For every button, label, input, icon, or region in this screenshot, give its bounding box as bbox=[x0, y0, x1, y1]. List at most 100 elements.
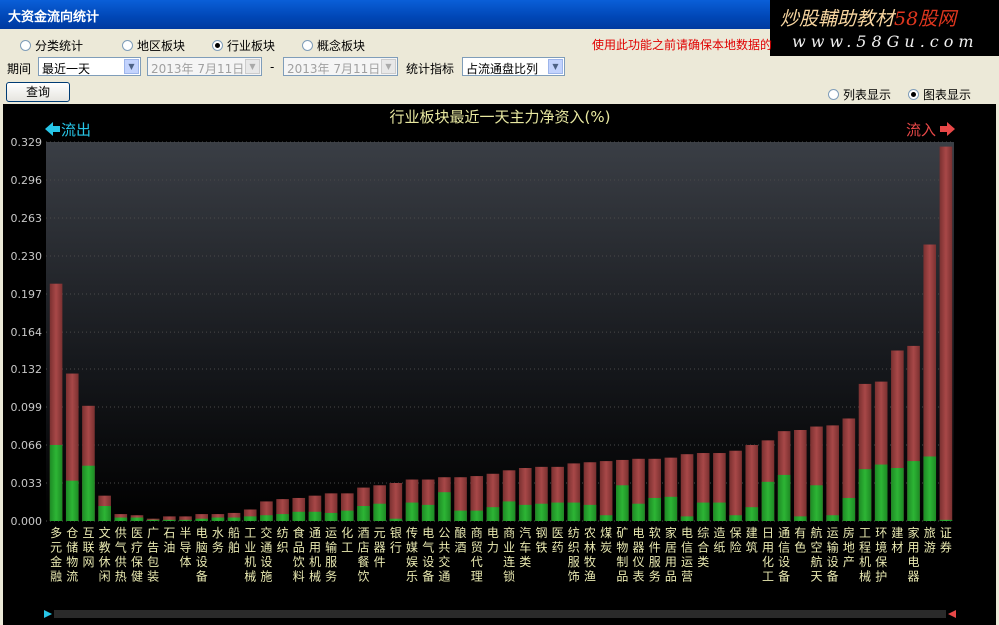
bar-main bbox=[243, 516, 257, 521]
y-tick-label: 0.230 bbox=[11, 250, 43, 263]
radio-concept-sector[interactable]: 概念板块 bbox=[302, 37, 365, 54]
x-tick-label: 软件服务 bbox=[649, 526, 661, 584]
x-tick-label: 通信设备 bbox=[778, 526, 790, 584]
bar-main bbox=[680, 516, 694, 521]
radio-category-classify[interactable]: 分类统计 bbox=[20, 37, 83, 54]
bar-main bbox=[891, 468, 904, 521]
bar-main bbox=[276, 514, 289, 521]
x-tick-label: 酒店餐饮 bbox=[357, 526, 369, 584]
chevron-down-icon[interactable]: ▼ bbox=[124, 59, 139, 74]
flow-out-label: 流出 bbox=[61, 121, 91, 139]
y-tick-label: 0.132 bbox=[11, 363, 43, 376]
y-tick-label: 0.329 bbox=[11, 136, 43, 149]
y-tick-label: 0.066 bbox=[11, 439, 43, 452]
chevron-down-icon[interactable]: ▼ bbox=[245, 59, 260, 74]
bar-main bbox=[567, 502, 581, 521]
bar-main bbox=[616, 485, 629, 521]
bar-main bbox=[810, 485, 823, 521]
radio-list-view[interactable]: 列表显示 bbox=[828, 86, 891, 103]
bar-main bbox=[939, 519, 953, 521]
radio-button[interactable] bbox=[122, 40, 133, 51]
bar-main bbox=[583, 504, 597, 521]
bar-main bbox=[373, 503, 386, 521]
x-tick-label: 商业连锁 bbox=[503, 525, 515, 584]
radio-button[interactable] bbox=[828, 89, 839, 100]
y-tick-label: 0.296 bbox=[11, 174, 43, 187]
bar-main bbox=[923, 456, 937, 521]
x-tick-label: 保险 bbox=[730, 526, 742, 555]
x-tick-label: 银行 bbox=[390, 526, 402, 555]
x-tick-label: 半导体 bbox=[180, 526, 192, 569]
flow-in-label: 流入 bbox=[906, 121, 936, 139]
radio-region-sector[interactable]: 地区板块 bbox=[122, 37, 185, 54]
x-tick-label: 供气供热 bbox=[115, 526, 127, 584]
x-tick-label: 电脑设备 bbox=[196, 526, 208, 584]
period-label: 期间 bbox=[7, 62, 32, 76]
date-separator: - bbox=[270, 60, 275, 74]
x-tick-label: 综合类 bbox=[697, 526, 709, 569]
bar-main bbox=[713, 502, 726, 521]
period-select[interactable]: 最近一天 ▼ bbox=[38, 57, 141, 76]
y-tick-label: 0.263 bbox=[11, 212, 43, 225]
indicator-select[interactable]: 占流通盘比列 ▼ bbox=[462, 57, 565, 76]
warning-text: 使用此功能之前请确保本地数据的 bbox=[592, 38, 773, 52]
date-from-picker[interactable]: 2013年 7月11日 ▼ bbox=[147, 57, 262, 76]
bar-main bbox=[858, 469, 872, 521]
window-title: 大资金流向统计 bbox=[8, 10, 100, 25]
radio-button[interactable] bbox=[212, 40, 223, 51]
bar-main bbox=[438, 492, 451, 521]
bar-main bbox=[130, 517, 144, 521]
bar-main bbox=[308, 511, 322, 521]
x-tick-label: 汽车类 bbox=[519, 525, 531, 569]
brand-line2: www.58Gu.com bbox=[792, 32, 979, 51]
bar-main bbox=[405, 502, 419, 521]
x-tick-label: 环境保护 bbox=[875, 526, 887, 584]
x-tick-label: 文教休闲 bbox=[99, 525, 111, 584]
radio-chart-view[interactable]: 图表显示 bbox=[908, 86, 971, 103]
chevron-down-icon[interactable]: ▼ bbox=[381, 59, 396, 74]
bar-main bbox=[211, 517, 225, 521]
x-tick-label: 多元金融 bbox=[50, 526, 62, 584]
x-tick-label: 建筑 bbox=[746, 526, 758, 555]
x-tick-label: 运输服务 bbox=[325, 526, 337, 584]
x-tick-label: 房地产 bbox=[843, 525, 855, 569]
x-tick-label: 矿物制品 bbox=[616, 526, 628, 584]
x-tick-label: 广告包装 bbox=[147, 526, 159, 584]
radio-button[interactable] bbox=[302, 40, 313, 51]
bar-main bbox=[777, 474, 791, 521]
bar-total bbox=[826, 425, 839, 521]
arrow-left-icon bbox=[45, 122, 60, 136]
radio-industry-sector[interactable]: 行业板块 bbox=[212, 37, 275, 54]
x-tick-label: 商贸代理 bbox=[471, 525, 483, 584]
bar-main bbox=[745, 507, 759, 521]
x-tick-label: 煤炭 bbox=[600, 526, 612, 555]
bar-main bbox=[357, 506, 370, 521]
bar-total bbox=[793, 429, 807, 521]
bar-main bbox=[793, 516, 807, 521]
bar-main bbox=[227, 517, 241, 521]
radio-button[interactable] bbox=[908, 89, 919, 100]
x-tick-label: 石油 bbox=[163, 526, 175, 555]
bar-main bbox=[648, 497, 662, 521]
x-tick-label: 互联网 bbox=[82, 526, 94, 569]
radio-button[interactable] bbox=[20, 40, 31, 51]
query-button[interactable]: 查询 bbox=[6, 82, 70, 102]
x-tick-label: 食品饮料 bbox=[293, 525, 305, 584]
x-tick-label: 家居用品 bbox=[665, 525, 677, 584]
y-tick-label: 0.000 bbox=[11, 515, 43, 528]
x-tick-label: 工程机械 bbox=[859, 526, 871, 584]
x-tick-label: 医疗保健 bbox=[131, 526, 143, 584]
bar-total bbox=[939, 146, 953, 521]
bar-main bbox=[146, 519, 160, 521]
x-tick-label: 家用电器 bbox=[908, 525, 920, 584]
bar-main bbox=[664, 496, 678, 521]
bar-main bbox=[696, 502, 710, 521]
bar-main bbox=[454, 510, 467, 521]
bar-main bbox=[114, 517, 128, 521]
chevron-down-icon[interactable]: ▼ bbox=[548, 59, 563, 74]
y-tick-label: 0.164 bbox=[11, 326, 43, 339]
bar-main bbox=[324, 512, 338, 521]
bar-main bbox=[842, 497, 856, 521]
date-to-picker[interactable]: 2013年 7月11日 ▼ bbox=[283, 57, 398, 76]
bar-main bbox=[389, 518, 403, 521]
